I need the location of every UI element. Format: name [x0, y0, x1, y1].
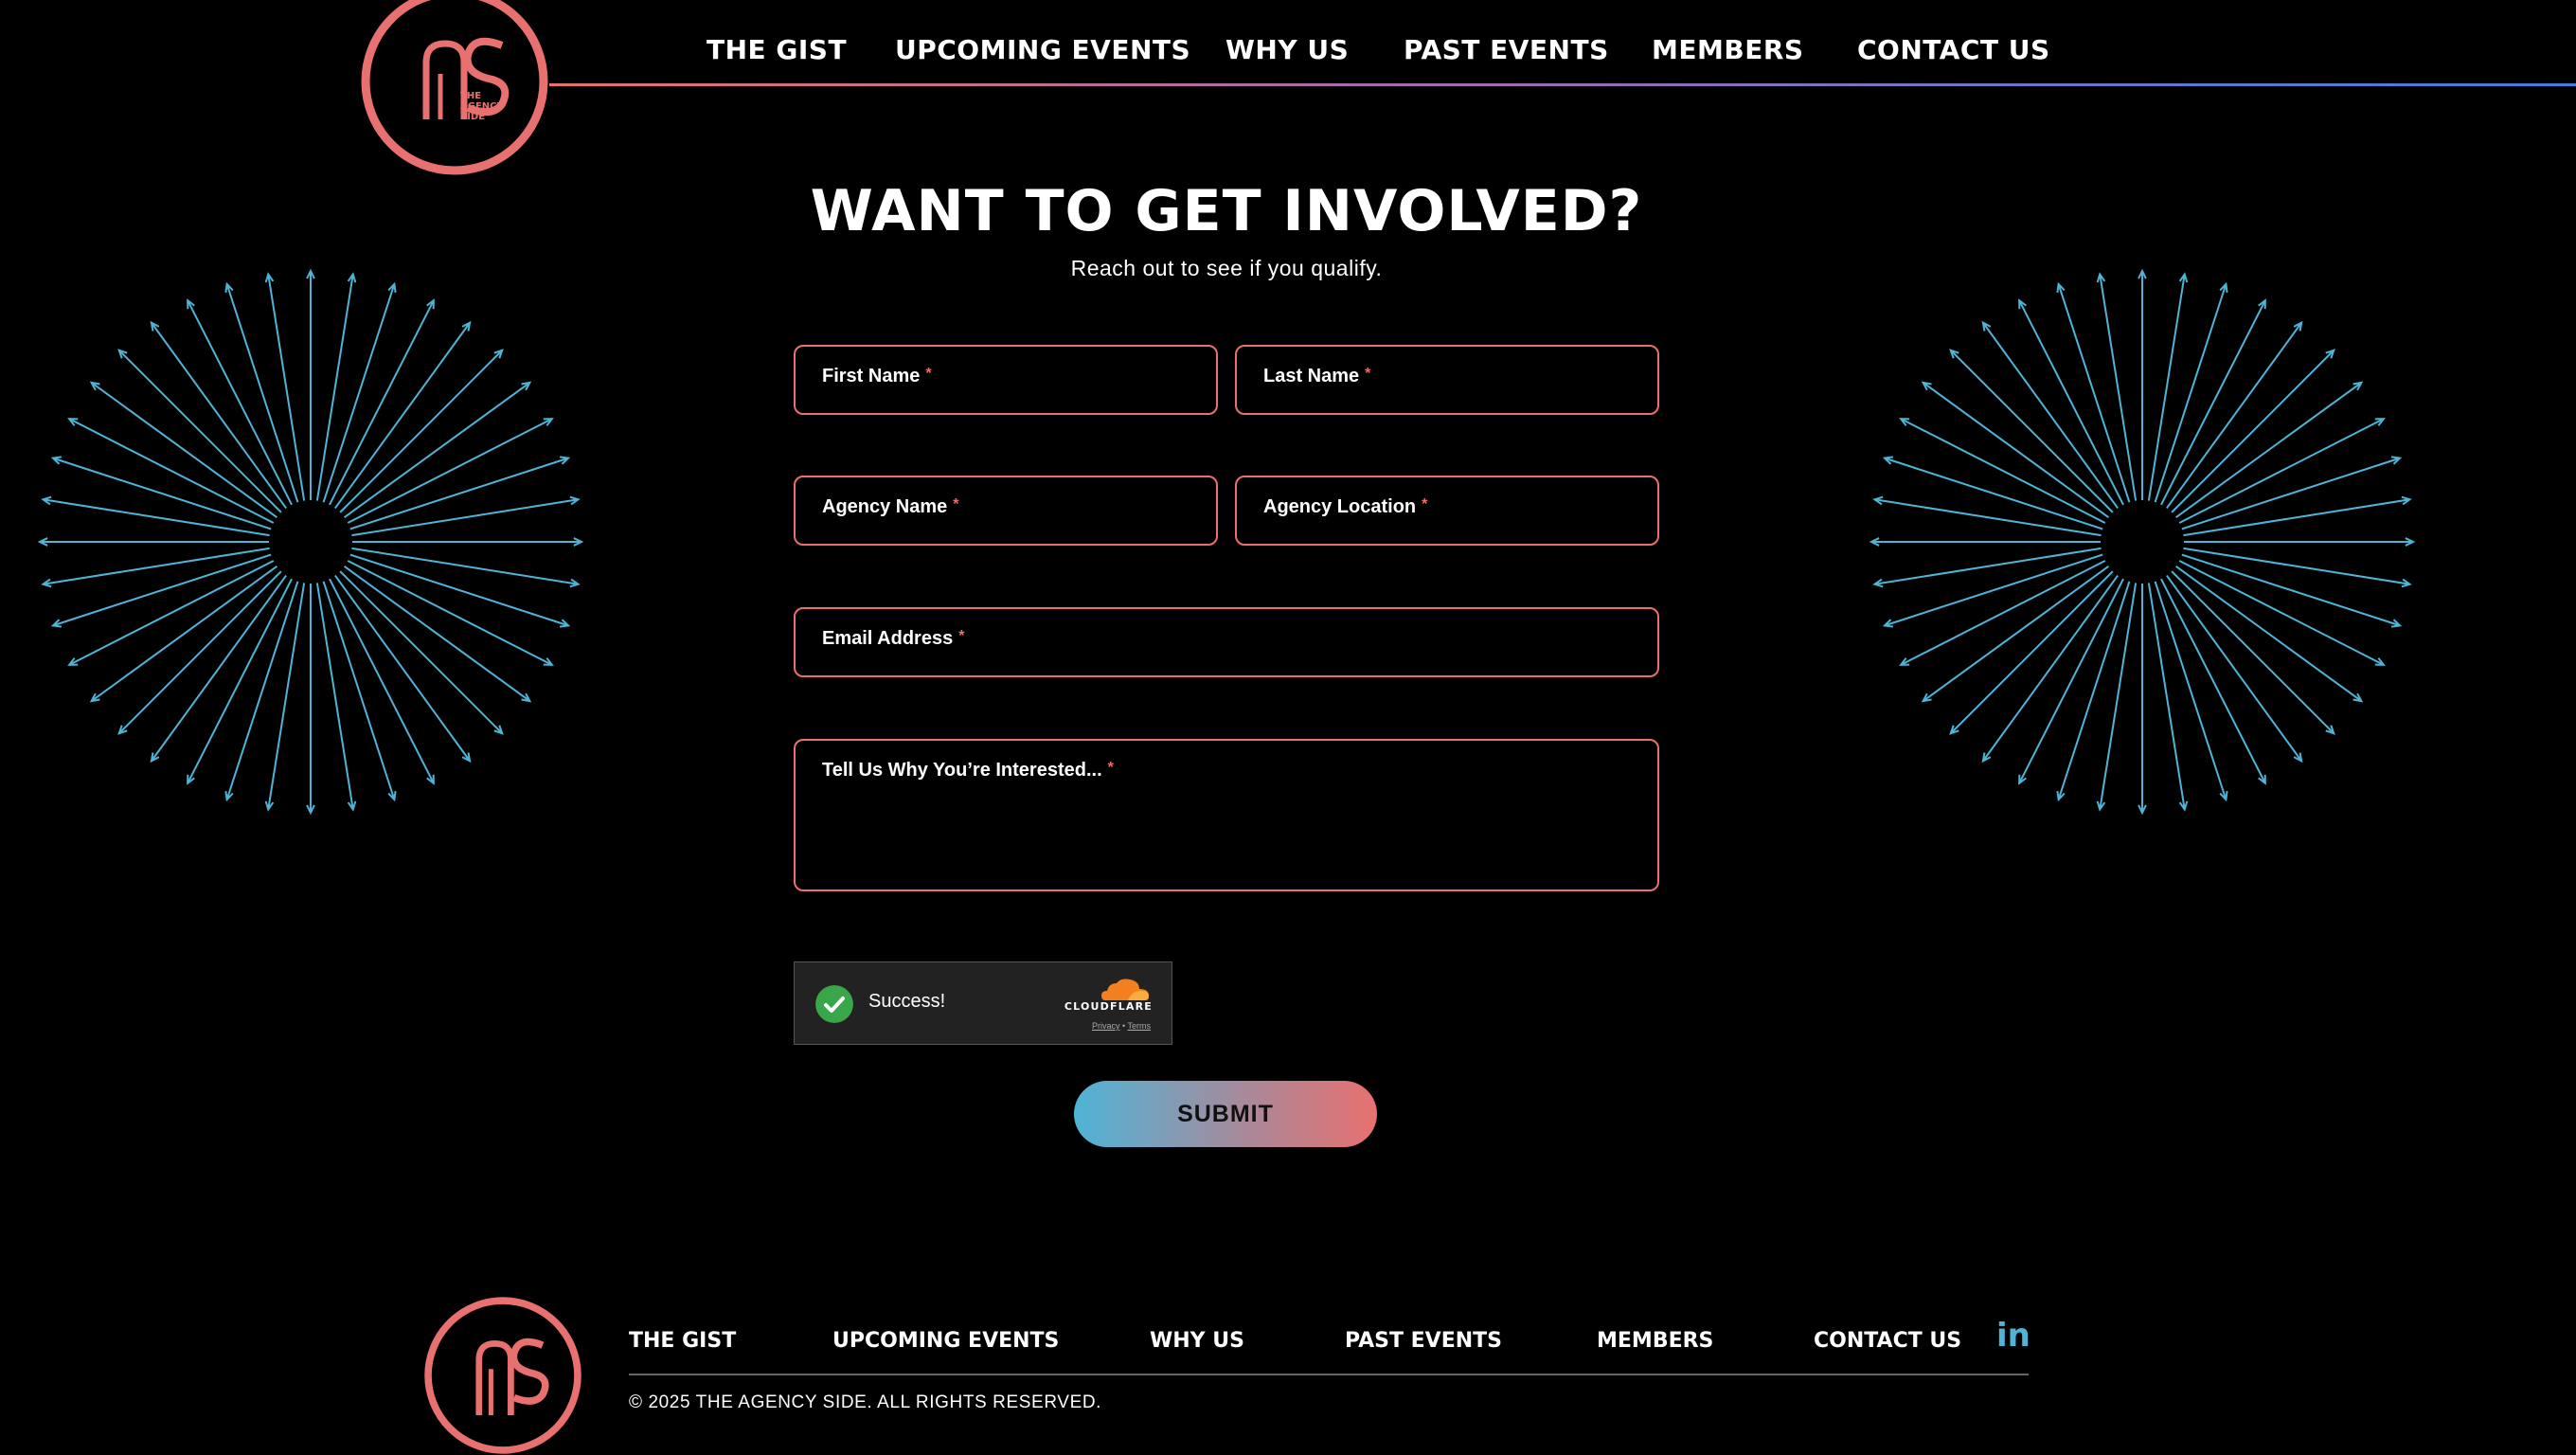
check-icon — [815, 985, 853, 1023]
nav-the-gist[interactable]: THE GIST — [707, 34, 847, 65]
captcha-widget[interactable]: Success! CLOUDFLARE Privacy • Terms — [794, 961, 1172, 1045]
required-mark: * — [953, 496, 959, 512]
agency-location-label: Agency Location — [1263, 496, 1417, 517]
footer-nav-the-gist[interactable]: THE GIST — [629, 1329, 736, 1353]
footer-nav-past-events[interactable]: PAST EVENTS — [1345, 1329, 1502, 1353]
page-subtitle: Reach out to see if you qualify. — [1070, 256, 1383, 280]
logo-text-2: AGENCY — [460, 101, 504, 112]
required-mark: * — [925, 366, 932, 382]
cloudflare-brand: CLOUDFLARE — [1064, 1000, 1153, 1013]
footer-nav-members[interactable]: MEMBERS — [1597, 1329, 1713, 1353]
cloudflare-cloud-icon — [1101, 979, 1149, 1000]
submit-button[interactable]: SUBMIT — [1074, 1081, 1377, 1147]
footer-nav-why-us[interactable]: WHY US — [1150, 1329, 1244, 1353]
starburst-decoration-left — [37, 268, 584, 816]
required-mark: * — [1422, 496, 1428, 512]
last-name-label: Last Name — [1263, 366, 1360, 386]
message-textarea[interactable]: Tell Us Why You’re Interested... * — [794, 739, 1659, 891]
first-name-label: First Name — [822, 366, 921, 386]
required-mark: * — [1107, 760, 1114, 776]
captcha-link-separator: • — [1122, 1021, 1126, 1031]
logo-text-3: SIDE — [460, 112, 485, 122]
captcha-terms-link[interactable]: Terms — [1128, 1021, 1152, 1031]
email-field[interactable]: Email Address * — [794, 607, 1659, 677]
message-label: Tell Us Why You’re Interested... — [822, 760, 1102, 781]
nav-why-us[interactable]: WHY US — [1225, 34, 1349, 65]
linkedin-icon[interactable]: in — [1996, 1317, 2030, 1355]
email-label: Email Address — [822, 628, 954, 649]
nav-contact-us[interactable]: CONTACT US — [1857, 34, 2050, 65]
footer-divider — [629, 1374, 2029, 1375]
required-mark: * — [1365, 366, 1371, 382]
nav-past-events[interactable]: PAST EVENTS — [1404, 34, 1609, 65]
footer-nav-contact-us[interactable]: CONTACT US — [1814, 1329, 1961, 1353]
starburst-decoration-right — [1869, 268, 2416, 816]
agency-location-field[interactable]: Agency Location * — [1235, 476, 1659, 546]
agency-side-logo[interactable]: THE AGENCY SIDE — [360, 0, 549, 176]
header-divider — [549, 83, 2576, 86]
footer-nav-upcoming-events[interactable]: UPCOMING EVENTS — [832, 1329, 1059, 1353]
nav-members[interactable]: MEMBERS — [1652, 34, 1804, 65]
logo-text-1: THE — [460, 91, 481, 101]
agency-side-logo-footer[interactable] — [423, 1296, 582, 1455]
first-name-field[interactable]: First Name * — [794, 345, 1218, 415]
required-mark: * — [958, 628, 965, 644]
last-name-field[interactable]: Last Name * — [1235, 345, 1659, 415]
nav-upcoming-events[interactable]: UPCOMING EVENTS — [895, 34, 1190, 65]
agency-name-label: Agency Name — [822, 496, 948, 517]
captcha-privacy-link[interactable]: Privacy — [1092, 1021, 1120, 1031]
agency-name-field[interactable]: Agency Name * — [794, 476, 1218, 546]
copyright-text: © 2025 THE AGENCY SIDE. ALL RIGHTS RESER… — [629, 1392, 1102, 1412]
page-title: WANT TO GET INVOLVED? — [810, 178, 1643, 244]
captcha-status: Success! — [868, 991, 946, 1012]
